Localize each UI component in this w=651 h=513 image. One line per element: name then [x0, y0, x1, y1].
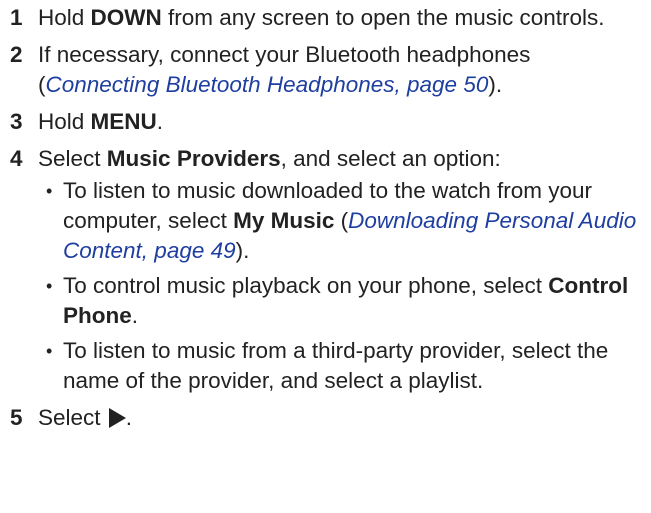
step-number: 4: [10, 146, 23, 171]
step-text: Hold: [38, 5, 91, 30]
step-3: 3 Hold MENU.: [10, 107, 645, 137]
step-text: ).: [488, 72, 503, 97]
instruction-page: 1 Hold DOWN from any screen to open the …: [0, 0, 651, 513]
step-number: 1: [10, 5, 23, 30]
option-text: ).: [235, 238, 250, 263]
step-number: 3: [10, 109, 23, 134]
step-text: , and select an option:: [280, 146, 501, 171]
step-5: 5 Select .: [10, 403, 645, 433]
option-text: To listen to music from a third-party pr…: [63, 338, 609, 393]
step-text: Hold: [38, 109, 91, 134]
option-third-party-provider: • To listen to music from a third-party …: [38, 336, 645, 396]
menu-item-my-music: My Music: [233, 208, 335, 233]
button-name-down: DOWN: [90, 5, 162, 30]
bullet: •: [46, 341, 53, 361]
step-4: 4 Select Music Providers, and select an …: [10, 144, 645, 396]
step-text: Select: [38, 405, 107, 430]
step-number: 5: [10, 405, 23, 430]
step-text: Select: [38, 146, 107, 171]
option-my-music: • To listen to music downloaded to the w…: [38, 176, 645, 266]
option-text: To control music playback on your phone,…: [63, 273, 549, 298]
bullet: •: [46, 181, 53, 201]
step-text: from any screen to open the music contro…: [161, 5, 605, 30]
cross-reference-link[interactable]: Connecting Bluetooth Headphones, page 50: [46, 72, 489, 97]
menu-item-music-providers: Music Providers: [106, 146, 281, 171]
option-text: .: [131, 303, 139, 328]
bullet: •: [46, 276, 53, 296]
button-name-menu: MENU: [90, 109, 157, 134]
step-1: 1 Hold DOWN from any screen to open the …: [10, 0, 645, 33]
option-text: (: [334, 208, 349, 233]
steps-list: 1 Hold DOWN from any screen to open the …: [10, 0, 645, 433]
option-control-phone: • To control music playback on your phon…: [38, 271, 645, 331]
play-icon: [108, 408, 126, 428]
step-text: .: [156, 109, 164, 134]
step-2: 2 If necessary, connect your Bluetooth h…: [10, 40, 645, 100]
step-text: .: [125, 405, 133, 430]
options-list: • To listen to music downloaded to the w…: [38, 176, 645, 396]
step-number: 2: [10, 42, 23, 67]
